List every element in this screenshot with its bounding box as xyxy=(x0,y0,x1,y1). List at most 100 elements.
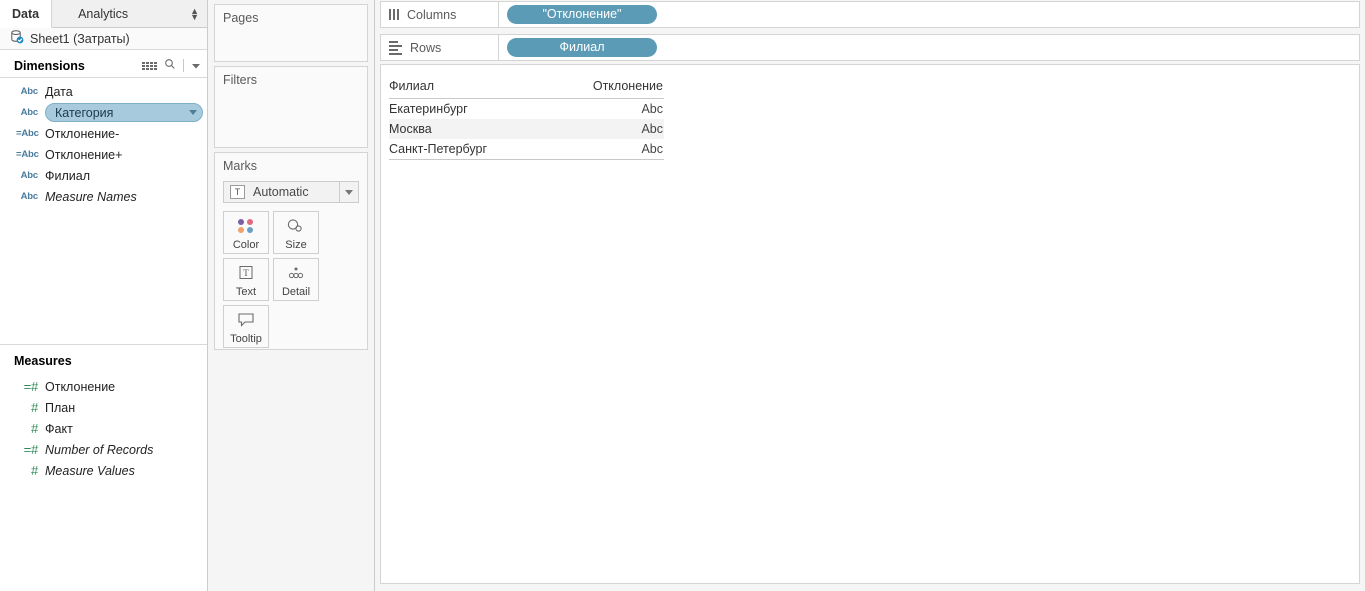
dimensions-list: Abc Дата Abc Категория =Abc Отклонение- … xyxy=(0,78,207,207)
tab-data[interactable]: Data xyxy=(0,0,52,28)
view-canvas[interactable]: Филиал Отклонение Екатеринбург Abc Москв… xyxy=(380,64,1360,584)
size-circles-icon xyxy=(286,212,306,239)
abc-icon: Abc xyxy=(16,170,38,181)
marks-color-label: Color xyxy=(233,239,259,251)
marks-text-button[interactable]: T Text xyxy=(223,258,269,301)
rows-icon xyxy=(389,41,402,55)
number-icon: # xyxy=(16,400,38,415)
measure-item-number-of-records[interactable]: =# Number of Records xyxy=(0,439,207,460)
marks-card-title: Marks xyxy=(215,153,367,173)
table-row[interactable]: Екатеринбург Abc xyxy=(389,99,664,119)
tableau-workspace: Data Analytics ▲▼ Sheet1 (Затраты) Dimen… xyxy=(0,0,1365,591)
dimension-pill[interactable]: Категория xyxy=(45,103,203,122)
tab-analytics[interactable]: Analytics ▲▼ xyxy=(52,0,207,27)
datasource-row[interactable]: Sheet1 (Затраты) xyxy=(0,28,207,50)
mark-buttons: Color Size T xyxy=(215,203,367,356)
measure-label: План xyxy=(45,401,75,415)
columns-shelf[interactable]: Columns "Отклонение" xyxy=(380,1,1360,28)
dimension-item-data[interactable]: Abc Дата xyxy=(0,81,207,102)
columns-shelf-label-group: Columns xyxy=(381,2,499,27)
grid-view-icon[interactable] xyxy=(142,62,157,70)
pill-otklonenie[interactable]: "Отклонение" xyxy=(507,5,657,24)
number-icon: # xyxy=(16,463,38,478)
marks-detail-label: Detail xyxy=(282,286,310,298)
measure-item-otklonenie[interactable]: =# Отклонение xyxy=(0,376,207,397)
text-box-icon: T xyxy=(238,259,254,286)
divider xyxy=(183,59,184,72)
data-pane-tabs: Data Analytics ▲▼ xyxy=(0,0,207,28)
measures-header: Measures xyxy=(0,349,207,373)
rows-shelf-drop[interactable]: Филиал xyxy=(499,35,1359,60)
measure-item-plan[interactable]: # План xyxy=(0,397,207,418)
mark-type-value: Automatic xyxy=(245,185,339,199)
detail-dots-icon xyxy=(286,259,306,286)
chevron-down-icon[interactable] xyxy=(339,182,358,202)
divider xyxy=(0,344,207,345)
dimensions-header: Dimensions xyxy=(0,54,207,78)
worksheet: Columns "Отклонение" Rows Филиал Филиал xyxy=(375,0,1365,591)
marks-tooltip-label: Tooltip xyxy=(230,333,262,345)
dimension-item-otklonenie-minus[interactable]: =Abc Отклонение- xyxy=(0,123,207,144)
measure-item-fakt[interactable]: # Факт xyxy=(0,418,207,439)
color-dots-icon xyxy=(238,212,254,239)
dimension-item-kategoriya[interactable]: Abc Категория xyxy=(0,102,207,123)
row-value[interactable]: Abc xyxy=(554,102,664,116)
rows-shelf[interactable]: Rows Филиал xyxy=(380,34,1360,61)
row-header-label[interactable]: Екатеринбург xyxy=(389,102,554,116)
dimension-label: Measure Names xyxy=(45,190,137,204)
mark-type-dropdown[interactable]: T Automatic xyxy=(223,181,359,203)
number-icon: # xyxy=(16,421,38,436)
abc-icon: Abc xyxy=(16,107,38,118)
column-header-otklonenie[interactable]: Отклонение xyxy=(554,77,664,98)
dimension-item-filial[interactable]: Abc Филиал xyxy=(0,165,207,186)
data-pane: Data Analytics ▲▼ Sheet1 (Затраты) Dimen… xyxy=(0,0,208,591)
database-icon xyxy=(10,30,24,47)
table-bottom-border xyxy=(389,159,664,160)
marks-text-label: Text xyxy=(236,286,256,298)
column-header-filial[interactable]: Филиал xyxy=(389,77,554,98)
filters-card[interactable]: Filters xyxy=(214,66,368,148)
chevron-down-icon[interactable] xyxy=(191,59,201,73)
marks-detail-button[interactable]: Detail xyxy=(273,258,319,301)
row-value[interactable]: Abc xyxy=(554,122,664,136)
dimensions-title: Dimensions xyxy=(14,59,142,73)
row-value[interactable]: Abc xyxy=(554,142,664,156)
abc-icon: Abc xyxy=(16,86,38,97)
tooltip-bubble-icon xyxy=(236,306,256,333)
pages-card[interactable]: Pages xyxy=(214,4,368,62)
measure-label: Measure Values xyxy=(45,464,135,478)
pill-filial[interactable]: Филиал xyxy=(507,38,657,57)
measures-section: Measures =# Отклонение # План # Факт =# … xyxy=(0,338,207,481)
marks-color-button[interactable]: Color xyxy=(223,211,269,254)
dimension-label: Отклонение+ xyxy=(45,148,122,162)
table-row[interactable]: Москва Abc xyxy=(389,119,664,139)
table-header-row: Филиал Отклонение xyxy=(389,77,664,99)
rows-shelf-label: Rows xyxy=(410,41,441,55)
columns-shelf-drop[interactable]: "Отклонение" xyxy=(499,2,1359,27)
dimension-item-otklonenie-plus[interactable]: =Abc Отклонение+ xyxy=(0,144,207,165)
marks-card[interactable]: Marks T Automatic Color xyxy=(214,152,368,350)
dimension-item-measure-names[interactable]: Abc Measure Names xyxy=(0,186,207,207)
table-row[interactable]: Санкт-Петербург Abc xyxy=(389,139,664,159)
dimension-label: Дата xyxy=(45,85,73,99)
dimension-label: Филиал xyxy=(45,169,90,183)
pages-card-title: Pages xyxy=(215,5,367,25)
marks-size-label: Size xyxy=(285,239,306,251)
filters-card-title: Filters xyxy=(215,67,367,87)
calculated-number-icon: =# xyxy=(16,379,38,394)
spinner-icon[interactable]: ▲▼ xyxy=(190,8,199,20)
abc-icon: Abc xyxy=(16,191,38,202)
row-header-label[interactable]: Москва xyxy=(389,122,554,136)
marks-tooltip-button[interactable]: Tooltip xyxy=(223,305,269,348)
measure-item-measure-values[interactable]: # Measure Values xyxy=(0,460,207,481)
dimension-label: Отклонение- xyxy=(45,127,119,141)
marks-size-button[interactable]: Size xyxy=(273,211,319,254)
calculated-number-icon: =# xyxy=(16,442,38,457)
measure-label: Number of Records xyxy=(45,443,153,457)
calculated-abc-icon: =Abc xyxy=(16,128,38,139)
chevron-down-icon[interactable] xyxy=(189,110,197,115)
columns-icon xyxy=(389,9,399,20)
search-icon[interactable] xyxy=(164,58,176,73)
svg-text:T: T xyxy=(243,268,249,278)
row-header-label[interactable]: Санкт-Петербург xyxy=(389,142,554,156)
